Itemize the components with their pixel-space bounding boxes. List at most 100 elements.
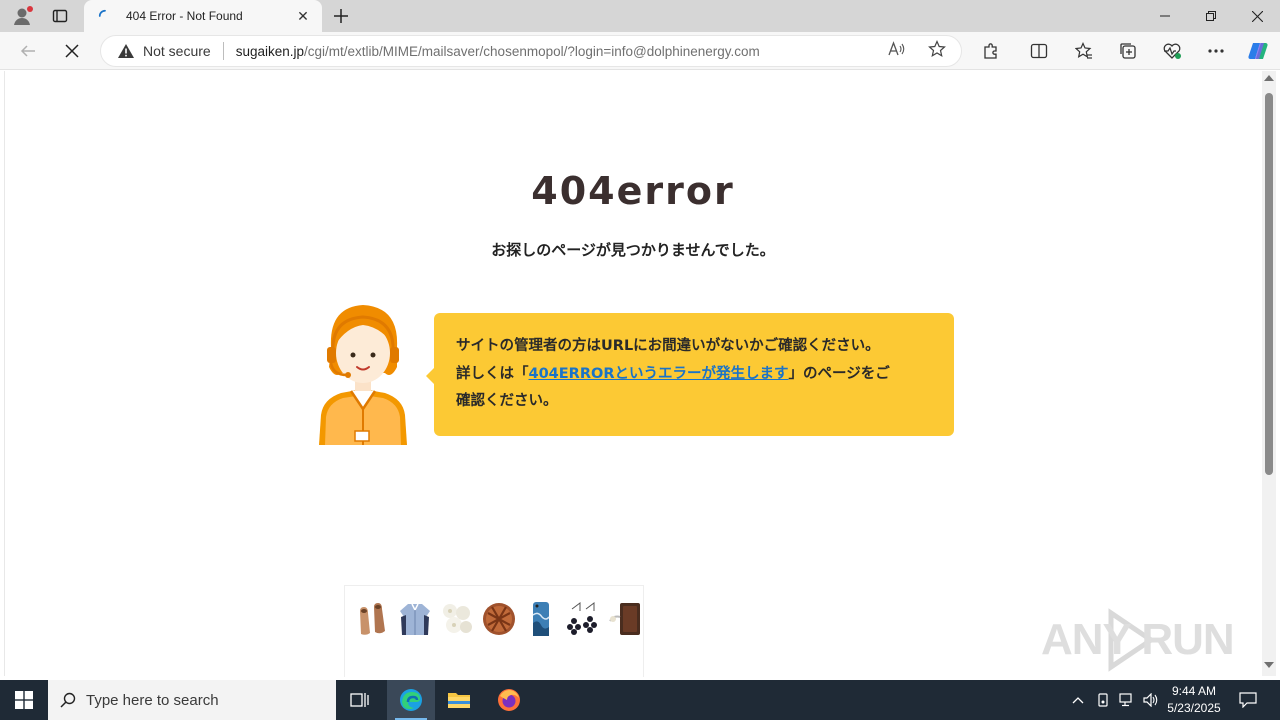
taskbar-file-explorer-app[interactable] [435,680,483,720]
scrollbar-thumb[interactable] [1265,93,1273,475]
edge-icon [400,689,422,711]
task-view-icon [350,693,369,707]
firefox-icon [498,689,520,711]
ad-product-list [355,600,643,638]
page-viewport: 404error お探しのページが見つかりませんでした。 サイトの管理者の方はU… [4,71,1276,677]
address-bar[interactable]: Not secure sugaiken.jp/cgi/mt/extlib/MIM… [100,35,962,67]
security-label[interactable]: Not secure [143,43,211,59]
notification-center-button[interactable] [1232,680,1264,720]
speech-bubble: サイトの管理者の方はURLにお間違いがないかご確認ください。 詳しくは「404E… [426,313,954,436]
extensions-button[interactable] [975,35,1007,67]
close-icon [1251,10,1263,22]
url-text[interactable]: sugaiken.jp/cgi/mt/extlib/MIME/mailsaver… [236,44,760,59]
ad-banner[interactable] [344,585,644,677]
shirt-product-icon[interactable] [397,600,433,638]
stop-icon [65,44,79,58]
message-line-1: サイトの管理者の方はURLにお間違いがないかご確認ください。 [456,338,880,354]
warning-icon [118,44,134,58]
collections-icon [1120,43,1136,59]
error-info-link[interactable]: 404ERRORというエラーが発生します [529,366,789,382]
taskbar-clock[interactable]: 9:44 AM 5/23/2025 [1162,680,1226,720]
tab-actions-button[interactable] [44,3,76,29]
scroll-down-icon[interactable] [1264,662,1274,668]
network-button[interactable] [1115,680,1139,720]
meet-now-button[interactable] [1091,680,1115,720]
task-view-button[interactable] [336,680,384,720]
watermark-text: ANY RUN [1041,615,1235,664]
taskbar-edge-app[interactable] [387,680,435,720]
page-title: 404error [531,169,735,213]
taskbar-firefox-app[interactable] [485,680,533,720]
earrings-product-icon[interactable] [565,600,601,638]
close-window-button[interactable] [1234,0,1280,32]
vertical-scrollbar[interactable] [1262,71,1276,676]
flowers-product-icon[interactable] [439,600,475,638]
star-icon [928,40,946,58]
read-aloud-button[interactable] [886,38,908,60]
stop-loading-button[interactable] [56,35,88,67]
tab-actions-icon [52,9,68,23]
clock-date: 5/23/2025 [1167,701,1221,715]
wallet-product-icon[interactable] [607,600,643,638]
more-icon [1208,49,1224,53]
heartbeat-icon [1163,43,1181,59]
browser-toolbar: Not secure sugaiken.jp/cgi/mt/extlib/MIM… [0,32,1280,70]
clock-time: 9:44 AM [1171,684,1217,698]
start-button[interactable] [0,680,48,720]
copilot-icon [1248,43,1268,59]
message-line-3: 確認ください。 [456,393,558,409]
separator [222,42,224,60]
back-button[interactable] [12,35,44,67]
profile-button[interactable] [8,3,36,29]
scroll-up-icon[interactable] [1264,75,1274,81]
anyrun-watermark: ANY RUN [1039,607,1239,673]
tab-strip: 404 Error - Not Found ✕ [0,0,1280,32]
windows-taskbar: Type here to search 9:44 AM 5/23/2025 [0,680,1280,720]
copilot-button[interactable] [1242,35,1274,67]
active-tab[interactable]: 404 Error - Not Found ✕ [84,0,322,32]
plus-icon [334,9,348,23]
minimize-button[interactable] [1142,0,1188,32]
split-screen-icon [1030,43,1048,59]
phone-case-product-icon[interactable] [523,600,559,638]
browser-essentials-button[interactable] [1156,35,1188,67]
search-icon [60,692,76,708]
message-line-2-prefix: 詳しくは「 [456,365,529,382]
restore-button[interactable] [1188,0,1234,32]
new-tab-button[interactable] [328,3,354,29]
collections-button[interactable] [1112,35,1144,67]
device-icon [1098,693,1108,707]
page-subtitle: お探しのページが見つかりませんでした。 [491,241,775,259]
network-icon [1119,693,1132,707]
speaker-icon [1143,693,1158,707]
split-screen-button[interactable] [1023,35,1055,67]
url-host: sugaiken.jp [235,43,305,59]
url-path: /cgi/mt/extlib/MIME/mailsaver/chosenmopo… [304,43,760,59]
puzzle-icon [984,43,997,59]
read-aloud-icon [888,41,905,56]
taskbar-search-box[interactable]: Type here to search [48,680,336,720]
favorite-button[interactable] [926,38,948,60]
back-arrow-icon [20,45,35,57]
windows-logo-icon [15,691,33,709]
tab-title: 404 Error - Not Found [126,9,243,23]
show-hidden-icons-button[interactable] [1066,680,1090,720]
notification-dot [27,6,33,12]
message-line-2: 詳しくは「404ERRORというエラーが発生します」のページをご [456,361,932,389]
search-placeholder: Type here to search [86,691,219,709]
message-line-2-suffix: 」のページをご [788,365,890,382]
favorites-button[interactable] [1068,35,1100,67]
folder-icon [448,693,470,708]
chevron-up-icon [1072,697,1084,704]
minimize-icon [1160,15,1170,17]
shoes-product-icon[interactable] [355,600,391,638]
pie-product-icon[interactable] [481,600,517,638]
tab-close-icon[interactable]: ✕ [294,7,312,25]
support-staff-illustration [319,305,407,445]
favorites-star-icon [1075,42,1092,59]
volume-button[interactable] [1139,680,1163,720]
restore-icon [1206,11,1216,21]
notification-icon [1239,692,1257,708]
loading-spinner-icon [98,9,106,17]
settings-more-button[interactable] [1200,35,1232,67]
